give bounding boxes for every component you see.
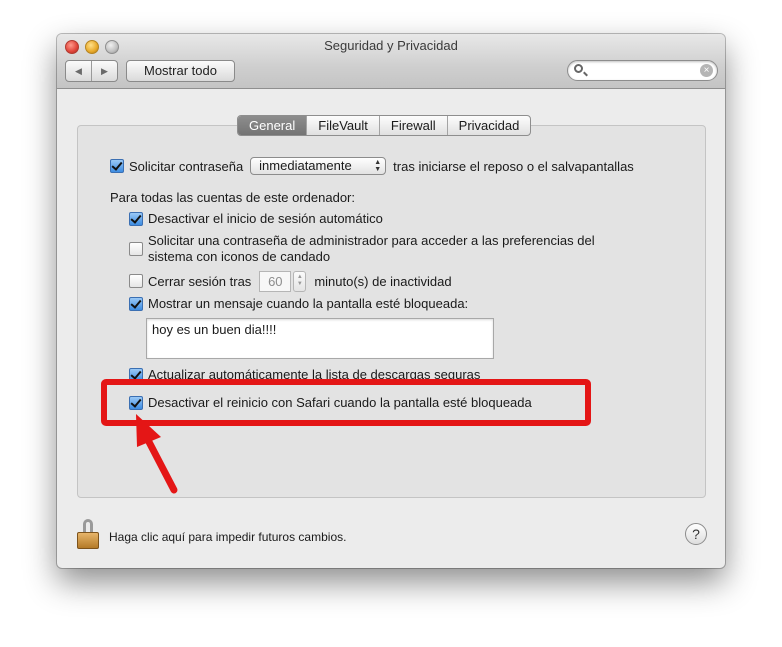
annotation-arrow-icon [136,414,178,494]
